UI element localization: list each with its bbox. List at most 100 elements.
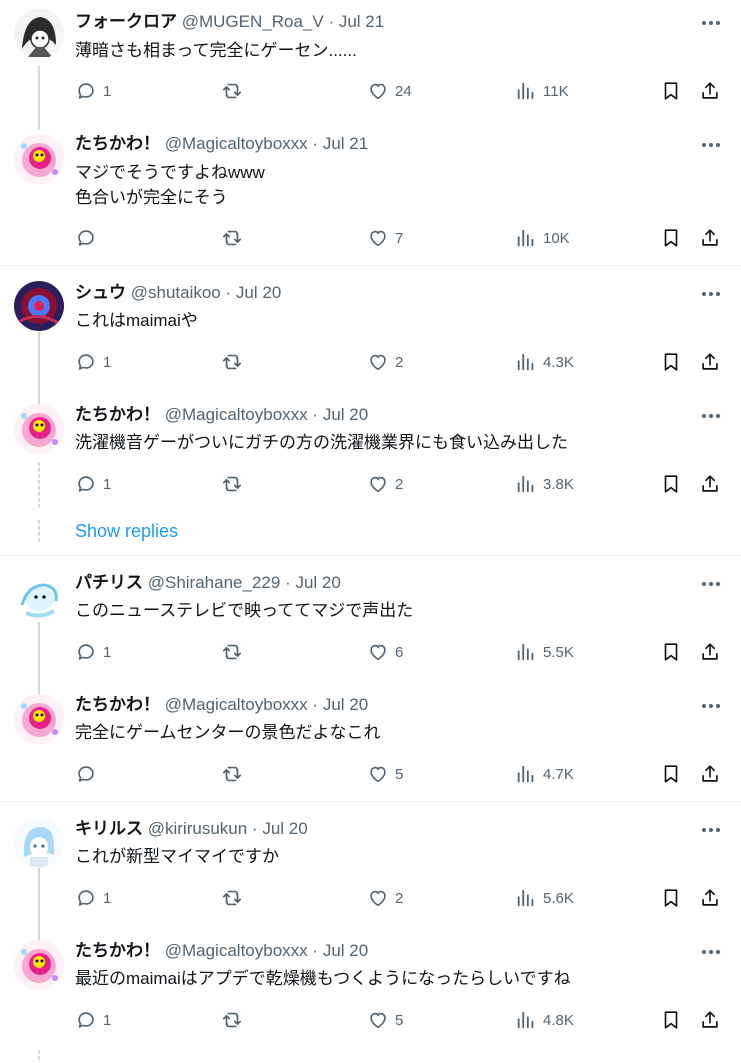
bookmark-button[interactable] (660, 1007, 682, 1033)
like-button[interactable]: 5 (367, 1007, 403, 1033)
tweet[interactable]: フォークロア @MUGEN_Roa_V · Jul 21 薄暗さも相まって完全に… (0, 0, 741, 118)
display-name[interactable]: たちかわ！ (75, 941, 160, 960)
retweet-button[interactable] (220, 885, 250, 911)
share-button[interactable] (698, 471, 722, 497)
share-button[interactable] (698, 225, 722, 251)
bookmark-button[interactable] (660, 225, 682, 251)
avatar[interactable] (14, 281, 64, 331)
avatar[interactable] (14, 404, 64, 454)
timestamp[interactable]: Jul 20 (323, 941, 368, 960)
views-button[interactable]: 3.8K (515, 471, 574, 497)
like-button[interactable]: 5 (367, 761, 403, 787)
timestamp[interactable]: Jul 20 (236, 283, 281, 302)
bookmark-button[interactable] (660, 885, 682, 911)
more-icon[interactable] (700, 574, 722, 594)
like-button[interactable]: 7 (367, 225, 403, 251)
share-button[interactable] (698, 1007, 722, 1033)
share-button[interactable] (698, 349, 722, 375)
avatar[interactable] (14, 571, 64, 621)
bookmark-button[interactable] (660, 78, 682, 104)
display-name[interactable]: シュウ (75, 283, 126, 302)
views-button[interactable]: 4.3K (515, 349, 574, 375)
avatar[interactable] (14, 940, 64, 990)
tweet[interactable]: パチリス @Shirahane_229 · Jul 20 このニューステレビで映… (0, 556, 741, 686)
reply-button[interactable] (75, 761, 103, 787)
timestamp[interactable]: Jul 20 (323, 405, 368, 424)
handle[interactable]: @Magicaltoyboxxx (165, 134, 308, 153)
handle[interactable]: @kirirusukun (148, 819, 247, 838)
display-name[interactable]: たちかわ！ (75, 134, 160, 153)
retweet-button[interactable] (220, 761, 250, 787)
handle[interactable]: @MUGEN_Roa_V (182, 12, 324, 31)
bookmark-button[interactable] (660, 471, 682, 497)
more-icon[interactable] (700, 13, 722, 33)
bookmark-button[interactable] (660, 761, 682, 787)
share-button[interactable] (698, 885, 722, 911)
thread-line (38, 118, 40, 130)
display-name[interactable]: キリルス (75, 819, 143, 838)
display-name[interactable]: パチリス (75, 573, 143, 592)
handle[interactable]: @shutaikoo (131, 283, 221, 302)
reply-button[interactable]: 1 (75, 1007, 111, 1033)
show-replies-link[interactable]: Show replies (75, 521, 178, 542)
like-button[interactable]: 2 (367, 885, 403, 911)
share-button[interactable] (698, 78, 722, 104)
more-icon[interactable] (700, 406, 722, 426)
display-name[interactable]: たちかわ！ (75, 405, 160, 424)
like-button[interactable]: 2 (367, 349, 403, 375)
timestamp[interactable]: Jul 21 (323, 134, 368, 153)
avatar[interactable] (14, 817, 64, 867)
avatar[interactable] (14, 9, 64, 59)
reply-button[interactable]: 1 (75, 349, 111, 375)
timestamp[interactable]: Jul 20 (262, 819, 307, 838)
more-icon[interactable] (700, 135, 722, 155)
bookmark-button[interactable] (660, 349, 682, 375)
tweet[interactable]: たちかわ！ @Magicaltoyboxxx · Jul 20 洗濯機音ゲーがつ… (0, 396, 741, 510)
reply-button[interactable]: 1 (75, 885, 111, 911)
tweet[interactable]: キリルス @kirirusukun · Jul 20 これが新型マイマイですか … (0, 802, 741, 932)
more-icon[interactable] (700, 696, 722, 716)
timestamp[interactable]: Jul 20 (295, 573, 340, 592)
more-icon[interactable] (700, 820, 722, 840)
views-button[interactable]: 5.5K (515, 639, 574, 665)
reply-button[interactable] (75, 225, 103, 251)
share-button[interactable] (698, 761, 722, 787)
reply-icon (75, 227, 97, 249)
retweet-button[interactable] (220, 349, 250, 375)
views-button[interactable]: 4.8K (515, 1007, 574, 1033)
tweet[interactable]: シュウ @shutaikoo · Jul 20 これはmaimaiや 1 2 4… (0, 266, 741, 396)
views-button[interactable]: 10K (515, 225, 570, 251)
retweet-button[interactable] (220, 639, 250, 665)
retweet-button[interactable] (220, 471, 250, 497)
like-button[interactable]: 24 (367, 78, 412, 104)
views-button[interactable]: 5.6K (515, 885, 574, 911)
share-button[interactable] (698, 639, 722, 665)
handle[interactable]: @Magicaltoyboxxx (165, 695, 308, 714)
retweet-button[interactable] (220, 78, 250, 104)
timestamp[interactable]: Jul 21 (339, 12, 384, 31)
retweet-button[interactable] (220, 1007, 250, 1033)
avatar[interactable] (14, 134, 64, 184)
reply-button[interactable]: 1 (75, 639, 111, 665)
retweet-button[interactable] (220, 225, 250, 251)
like-button[interactable]: 2 (367, 471, 403, 497)
tweet[interactable]: たちかわ！ @Magicaltoyboxxx · Jul 20 最近のmaima… (0, 932, 741, 1063)
action-bar: 1 2 3.8K (0, 471, 741, 497)
tweet[interactable]: たちかわ！ @Magicaltoyboxxx · Jul 20 完全にゲームセン… (0, 686, 741, 800)
views-button[interactable]: 4.7K (515, 761, 574, 787)
more-icon[interactable] (700, 942, 722, 962)
more-icon[interactable] (700, 284, 722, 304)
views-button[interactable]: 11K (515, 78, 569, 104)
reply-button[interactable]: 1 (75, 471, 111, 497)
display-name[interactable]: フォークロア (75, 12, 177, 31)
handle[interactable]: @Magicaltoyboxxx (165, 941, 308, 960)
handle[interactable]: @Magicaltoyboxxx (165, 405, 308, 424)
timestamp[interactable]: Jul 20 (323, 695, 368, 714)
handle[interactable]: @Shirahane_229 (148, 573, 281, 592)
display-name[interactable]: たちかわ！ (75, 695, 160, 714)
like-button[interactable]: 6 (367, 639, 403, 665)
bookmark-button[interactable] (660, 639, 682, 665)
reply-button[interactable]: 1 (75, 78, 111, 104)
avatar[interactable] (14, 694, 64, 744)
tweet[interactable]: たちかわ！ @Magicaltoyboxxx · Jul 21 マジでそうですよ… (0, 118, 741, 265)
